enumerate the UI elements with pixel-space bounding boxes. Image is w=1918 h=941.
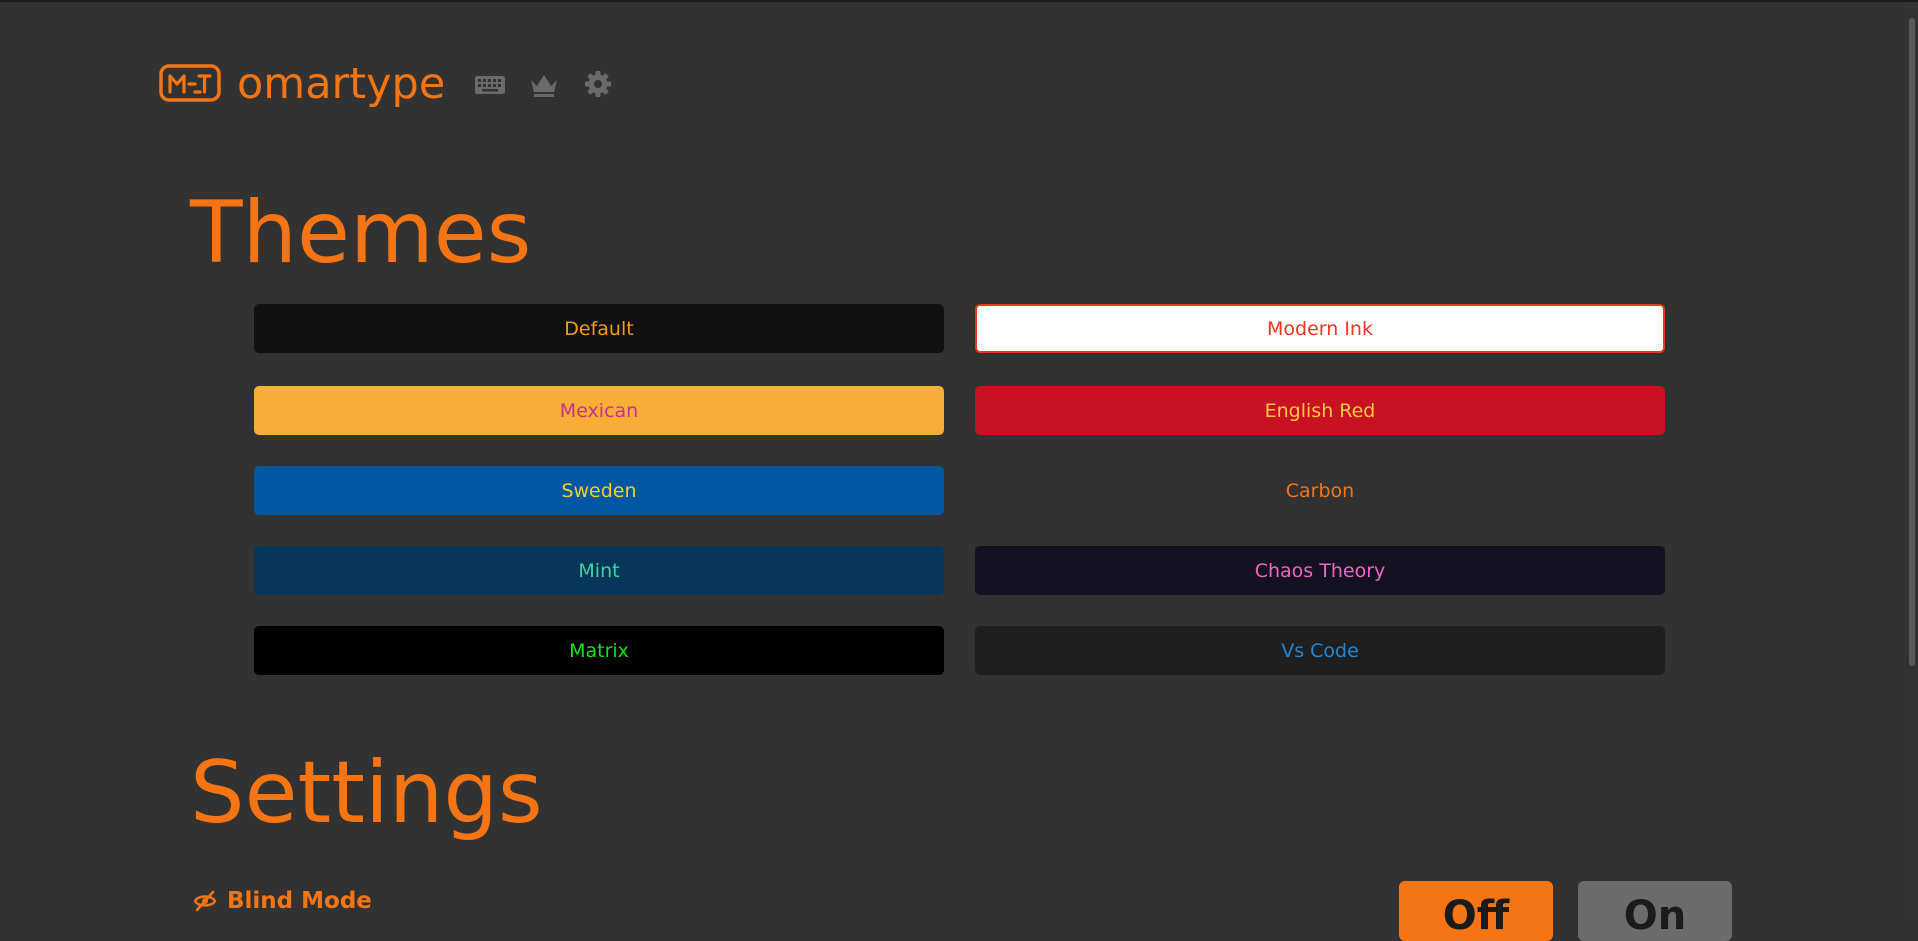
app-header: omartype	[159, 50, 615, 118]
gear-icon[interactable]	[581, 69, 615, 99]
crown-icon[interactable]	[527, 69, 561, 99]
keyboard-icon[interactable]	[473, 69, 507, 99]
blind-mode-on-button[interactable]: On	[1578, 881, 1732, 941]
blind-mode-setting: Blind Mode	[193, 888, 372, 914]
keyboard-logo-icon[interactable]	[159, 64, 221, 104]
scrollbar[interactable]	[1904, 2, 1918, 916]
theme-button-mexican[interactable]: Mexican	[254, 386, 944, 435]
theme-button-modern-ink[interactable]: Modern Ink	[975, 304, 1665, 353]
blind-mode-off-button[interactable]: Off	[1399, 881, 1553, 941]
theme-button-chaos-theory[interactable]: Chaos Theory	[975, 546, 1665, 595]
settings-heading: Settings	[190, 743, 543, 843]
theme-button-sweden[interactable]: Sweden	[254, 466, 944, 515]
blind-mode-label: Blind Mode	[227, 888, 372, 914]
themes-heading: Themes	[190, 183, 532, 283]
window-top-border	[0, 0, 1918, 2]
theme-button-mint[interactable]: Mint	[254, 546, 944, 595]
theme-button-english-red[interactable]: English Red	[975, 386, 1665, 435]
eye-off-icon	[193, 889, 217, 913]
brand-name[interactable]: omartype	[237, 62, 445, 106]
theme-button-carbon[interactable]: Carbon	[975, 466, 1665, 515]
theme-button-default[interactable]: Default	[254, 304, 944, 353]
scrollbar-thumb[interactable]	[1909, 18, 1915, 666]
theme-button-vs-code[interactable]: Vs Code	[975, 626, 1665, 675]
theme-button-matrix[interactable]: Matrix	[254, 626, 944, 675]
